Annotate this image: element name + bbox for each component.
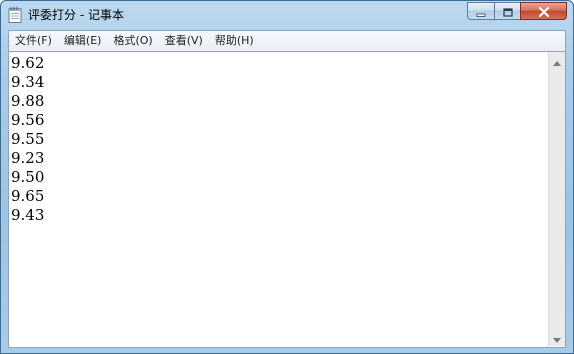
scroll-up-arrow-icon: [553, 51, 561, 70]
text-line: 9.62: [11, 54, 45, 72]
menu-view[interactable]: 查看(V): [159, 31, 209, 50]
maximize-icon: [502, 2, 513, 21]
client-area: 文件(F) 编辑(E) 格式(O) 查看(V) 帮助(H) 9.62 9.34 …: [8, 30, 566, 348]
maximize-button[interactable]: [494, 2, 520, 20]
text-line: 9.23: [11, 149, 45, 167]
menu-bar: 文件(F) 编辑(E) 格式(O) 查看(V) 帮助(H): [9, 31, 565, 50]
menu-help[interactable]: 帮助(H): [209, 31, 260, 50]
minimize-icon: [476, 2, 486, 21]
notepad-window: 评委打分 - 记事本 文件(F) 编辑(E) 格式(O) 查看(V) 帮助(H)…: [0, 0, 574, 354]
scroll-down-arrow-icon: [553, 328, 561, 347]
text-line: 9.50: [11, 168, 45, 186]
minimize-button[interactable]: [467, 2, 494, 20]
title-bar[interactable]: 评委打分 - 记事本: [1, 1, 573, 29]
text-line: 9.55: [11, 130, 45, 148]
menu-file[interactable]: 文件(F): [9, 31, 58, 50]
text-line: 9.88: [11, 92, 45, 110]
caption-buttons: [467, 2, 567, 21]
window-title: 评委打分 - 记事本: [28, 8, 124, 22]
notepad-icon[interactable]: [8, 7, 22, 23]
menu-edit[interactable]: 编辑(E): [58, 31, 108, 50]
text-content[interactable]: 9.62 9.34 9.88 9.56 9.55 9.23 9.50 9.65 …: [11, 54, 547, 346]
scroll-down-button[interactable]: [549, 329, 565, 346]
text-line: 9.43: [11, 206, 45, 224]
vertical-scrollbar[interactable]: [548, 52, 565, 346]
close-button[interactable]: [520, 2, 567, 20]
scroll-up-button[interactable]: [549, 52, 565, 69]
editor[interactable]: 9.62 9.34 9.88 9.56 9.55 9.23 9.50 9.65 …: [9, 51, 565, 347]
menu-format[interactable]: 格式(O): [107, 31, 158, 50]
text-line: 9.34: [11, 73, 45, 91]
text-line: 9.65: [11, 187, 45, 205]
text-line: 9.56: [11, 111, 45, 129]
close-icon: [538, 2, 550, 21]
